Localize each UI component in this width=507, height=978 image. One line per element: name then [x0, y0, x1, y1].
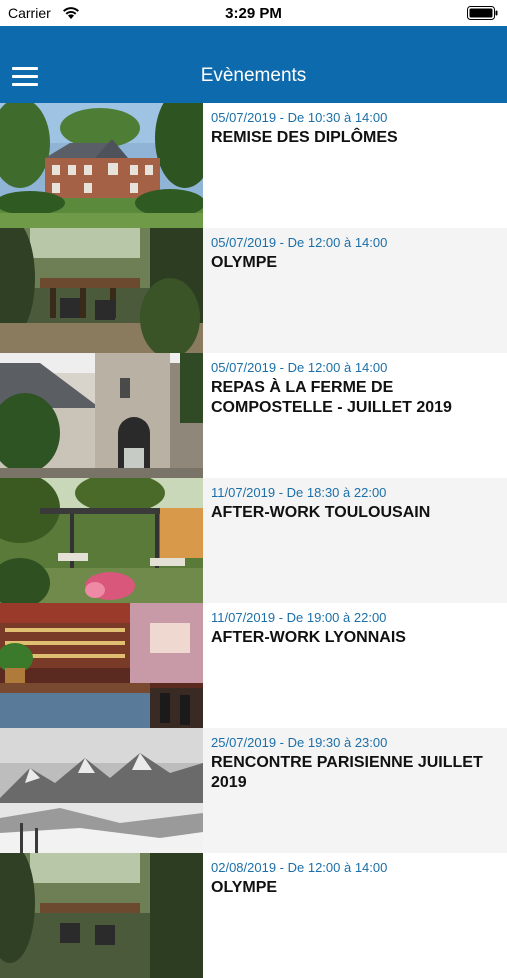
event-thumbnail-terrace	[0, 853, 203, 978]
battery-icon	[467, 6, 498, 20]
clock-time: 3:29 PM	[225, 5, 282, 22]
event-row[interactable]: 25/07/2019 - De 19:30 à 23:00 RENCONTRE …	[0, 728, 507, 853]
event-thumbnail-manor	[0, 103, 203, 228]
event-title: REPAS À LA FERME DE COMPOSTELLE - JUILLE…	[211, 379, 452, 416]
event-row[interactable]: 11/07/2019 - De 18:30 à 22:00 AFTER-WORK…	[0, 478, 507, 603]
event-date: 05/07/2019 - De 10:30 à 14:00	[211, 110, 388, 125]
event-row[interactable]: 05/07/2019 - De 12:00 à 14:00 OLYMPE	[0, 228, 507, 353]
event-date: 11/07/2019 - De 19:00 à 22:00	[211, 610, 387, 625]
event-thumbnail-garden-patio	[0, 478, 203, 603]
event-thumbnail-farm-gate	[0, 353, 203, 478]
event-row[interactable]: 11/07/2019 - De 19:00 à 22:00 AFTER-WORK…	[0, 603, 507, 728]
event-title: REMISE DES DIPLÔMES	[211, 129, 398, 146]
event-date: 05/07/2019 - De 12:00 à 14:00	[211, 360, 388, 375]
event-title: OLYMPE	[211, 879, 278, 896]
event-row[interactable]: 05/07/2019 - De 12:00 à 14:00 REPAS À LA…	[0, 353, 507, 478]
event-date: 05/07/2019 - De 12:00 à 14:00	[211, 235, 388, 250]
event-row[interactable]: 02/08/2019 - De 12:00 à 14:00 OLYMPE	[0, 853, 507, 978]
event-date: 02/08/2019 - De 12:00 à 14:00	[211, 860, 388, 875]
event-thumbnail-bar	[0, 603, 203, 728]
event-title: AFTER-WORK LYONNAIS	[211, 629, 406, 646]
event-title: RENCONTRE PARISIENNE JUILLET 2019	[211, 754, 483, 791]
status-bar: Carrier 3:29 PM	[0, 0, 507, 26]
event-thumbnail-mountains	[0, 728, 203, 853]
event-row[interactable]: 05/07/2019 - De 10:30 à 14:00 REMISE DES…	[0, 103, 507, 228]
navigation-bar: Evènements	[0, 26, 507, 103]
event-date: 11/07/2019 - De 18:30 à 22:00	[211, 485, 387, 500]
event-title: OLYMPE	[211, 254, 278, 271]
page-title: Evènements	[200, 65, 307, 86]
event-title: AFTER-WORK TOULOUSAIN	[211, 504, 431, 521]
event-date: 25/07/2019 - De 19:30 à 23:00	[211, 735, 388, 750]
event-thumbnail-terrace	[0, 228, 203, 353]
